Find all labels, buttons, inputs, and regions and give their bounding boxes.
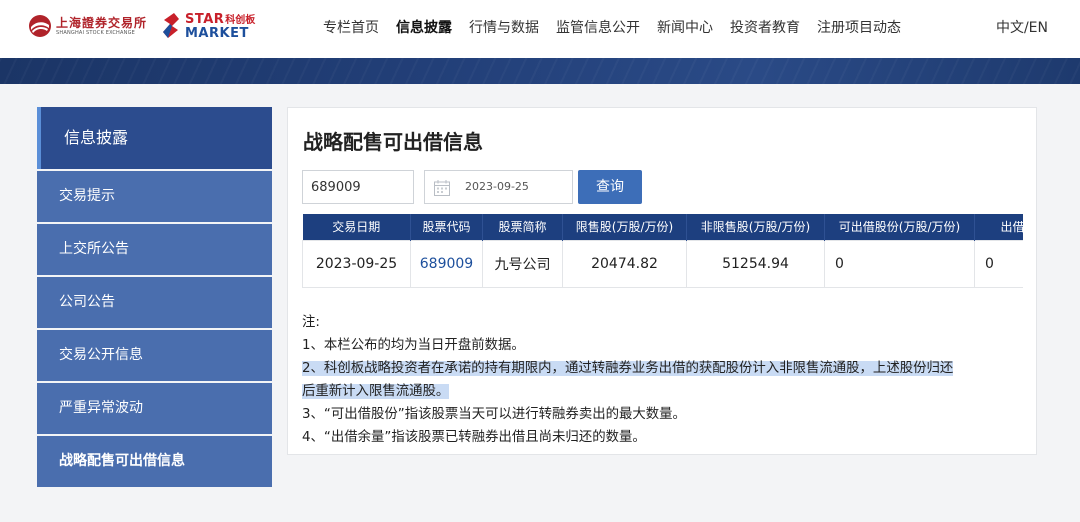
notes-heading: 注: [302,315,320,330]
sse-logo-en: SHANGHAI STOCK EXCHANGE [56,29,136,36]
nav-item-registration[interactable]: 注册项目动态 [817,18,901,38]
content-panel: 战略配售可出借信息 2023-09-25 查询 交易日期 股票代 [287,107,1037,455]
header-banner [0,58,1080,84]
cell-restricted: 20474.82 [562,239,687,288]
site-header: 上海證券交易所 SHANGHAI STOCK EXCHANGE STAR 科创板… [0,0,1080,58]
cell-lendable: 0 [824,239,975,288]
star-logo-en: STAR [185,11,225,27]
col-header-restricted: 限售股(万股/万份) [562,214,687,240]
stock-code-input[interactable] [302,170,414,204]
col-header-lending-balance: 出借余 [974,214,1023,240]
data-table-container[interactable]: 交易日期 股票代码 股票简称 限售股(万股/万份) 非限售股(万股/万份) 可出… [302,214,1023,288]
calendar-icon [434,180,450,196]
table-row: 2023-09-25 689009 九号公司 20474.82 51254.94… [302,239,1023,288]
sidebar: 信息披露 交易提示 上交所公告 公司公告 交易公开信息 严重异常波动 战略配售可… [37,107,272,489]
star-logo-cn: 科创板 [225,14,256,26]
sidebar-item-exchange-announcements[interactable]: 上交所公告 [37,224,272,275]
sidebar-item-company-announcements[interactable]: 公司公告 [37,277,272,328]
sse-logo[interactable]: 上海證券交易所 SHANGHAI STOCK EXCHANGE [28,14,147,38]
col-header-stock-code: 股票代码 [410,214,483,240]
note-2-line-2: 后重新计入限售流通股。 [302,384,450,399]
date-picker[interactable]: 2023-09-25 [424,170,573,204]
note-3: 3、“可出借股份”指该股票当天可以进行转融券卖出的最大数量。 [302,407,686,422]
note-4: 4、“出借余量”指该股票已转融券出借且尚未归还的数量。 [302,430,646,445]
cell-lending-balance: 0 [974,239,1023,288]
date-value: 2023-09-25 [465,180,529,193]
cell-trade-date: 2023-09-25 [302,239,411,288]
page-title: 战略配售可出借信息 [303,130,483,154]
star-logo-icon [163,13,179,38]
sse-logo-icon [29,15,51,37]
sidebar-item-abnormal-volatility[interactable]: 严重异常波动 [37,383,272,434]
nav-item-investor-education[interactable]: 投资者教育 [730,18,800,38]
sidebar-item-strategic-placement[interactable]: 战略配售可出借信息 [37,436,272,487]
cell-unrestricted: 51254.94 [686,239,825,288]
main-nav: 专栏首页 信息披露 行情与数据 监管信息公开 新闻中心 投资者教育 注册项目动态 [323,18,918,38]
star-market-logo[interactable]: STAR 科创板 MARKET [160,12,255,40]
language-switch[interactable]: 中文/EN [996,18,1048,38]
sidebar-item-public-trading-info[interactable]: 交易公开信息 [37,330,272,381]
notes: 注: 1、本栏公布的均为当日开盘前数据。 2、科创板战略投资者在承诺的持有期限内… [302,311,1032,449]
table-header-row: 交易日期 股票代码 股票简称 限售股(万股/万份) 非限售股(万股/万份) 可出… [302,214,1023,240]
nav-item-market-data[interactable]: 行情与数据 [469,18,539,38]
col-header-stock-name: 股票简称 [482,214,563,240]
cell-stock-name: 九号公司 [482,239,563,288]
data-table: 交易日期 股票代码 股票简称 限售股(万股/万份) 非限售股(万股/万份) 可出… [302,214,1023,288]
note-2-line-1: 2、科创板战略投资者在承诺的持有期限内，通过转融券业务出借的获配股份计入非限售流… [302,361,954,376]
query-button[interactable]: 查询 [578,170,642,204]
sidebar-title[interactable]: 信息披露 [37,107,272,169]
col-header-unrestricted: 非限售股(万股/万份) [686,214,825,240]
nav-item-news[interactable]: 新闻中心 [657,18,713,38]
nav-item-disclosure[interactable]: 信息披露 [396,18,452,38]
col-header-trade-date: 交易日期 [302,214,411,240]
note-1: 1、本栏公布的均为当日开盘前数据。 [302,338,525,353]
nav-item-regulatory[interactable]: 监管信息公开 [556,18,640,38]
cell-stock-code-link[interactable]: 689009 [410,239,483,288]
sse-logo-cn: 上海證券交易所 [56,15,148,30]
star-logo-market: MARKET [185,25,249,41]
col-header-lendable: 可出借股份(万股/万份) [824,214,975,240]
sidebar-item-trading-tips[interactable]: 交易提示 [37,171,272,222]
nav-item-home[interactable]: 专栏首页 [323,18,379,38]
